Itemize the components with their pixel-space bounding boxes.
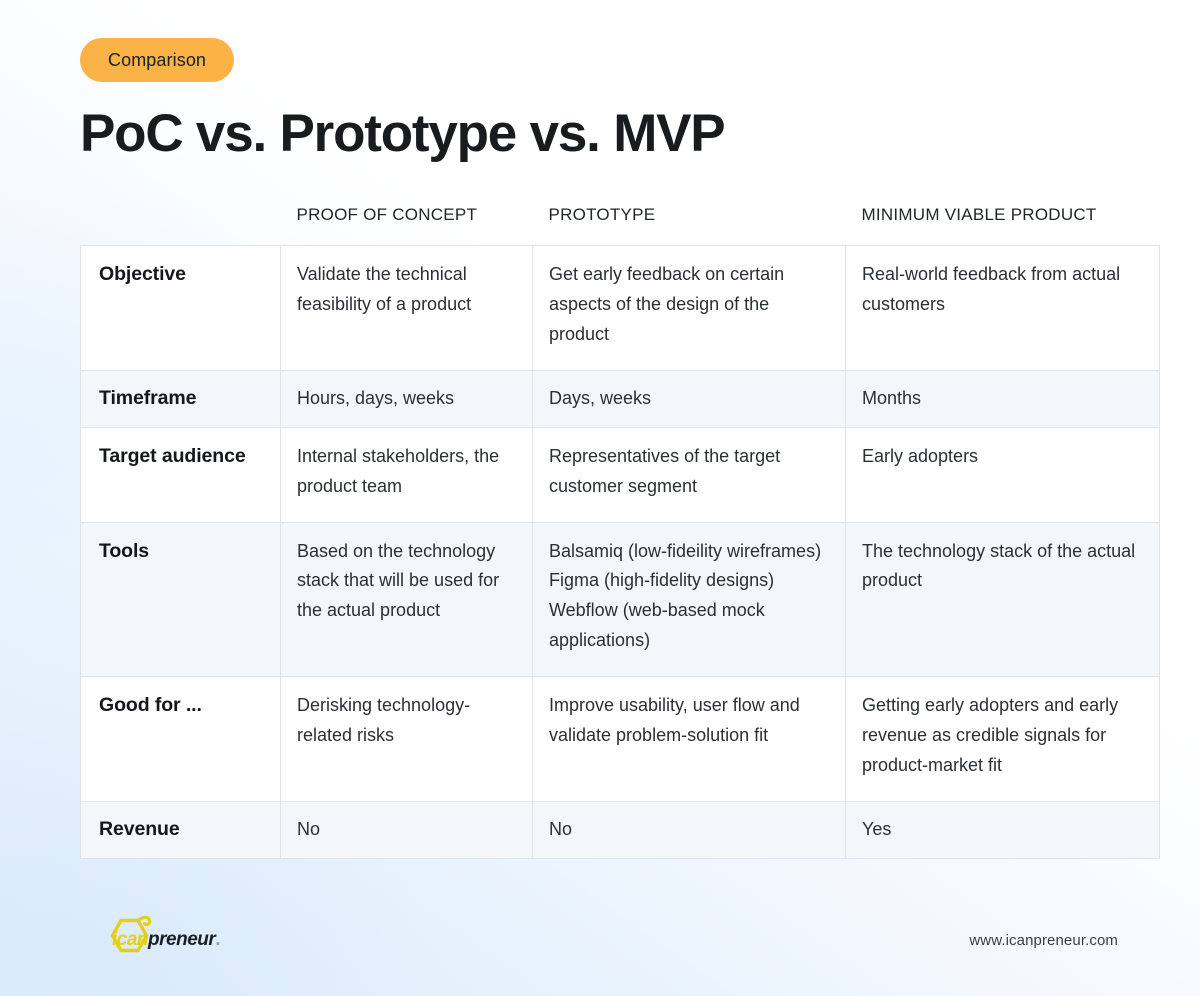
cell-objective-mvp: Real-world feedback from actual customer… xyxy=(845,245,1160,371)
table-row: Good for ... Derisking technology-relate… xyxy=(80,676,1160,802)
table-body: Objective Validate the technical feasibi… xyxy=(80,245,1160,859)
cell-tools-poc: Based on the technology stack that will … xyxy=(280,521,533,678)
cell-target-audience-mvp: Early adopters xyxy=(845,426,1160,523)
cell-objective-poc: Validate the technical feasibility of a … xyxy=(280,245,533,371)
column-header-prototype: PROTOTYPE xyxy=(548,205,656,225)
row-label-target-audience: Target audience xyxy=(80,426,281,523)
comparison-table: PROOF OF CONCEPT PROTOTYPE MINIMUM VIABL… xyxy=(80,205,1160,859)
brand-wordmark: icanpreneur. xyxy=(112,929,221,951)
cell-target-audience-poc: Internal stakeholders, the product team xyxy=(280,426,533,523)
brand-wordmark-dot: . xyxy=(215,929,221,950)
footer: icanpreneur. www.icanpreneur.com xyxy=(0,910,1200,970)
cell-revenue-poc: No xyxy=(280,800,533,859)
row-label-good-for: Good for ... xyxy=(80,676,281,802)
table-row: Revenue No No Yes xyxy=(80,800,1160,859)
badge-row: Comparison xyxy=(0,0,1200,82)
comparison-table-wrapper: PROOF OF CONCEPT PROTOTYPE MINIMUM VIABL… xyxy=(80,205,1160,859)
table-row: Tools Based on the technology stack that… xyxy=(80,521,1160,678)
cell-timeframe-prototype: Days, weeks xyxy=(532,369,846,428)
column-header-blank xyxy=(81,205,281,246)
table-header: PROOF OF CONCEPT PROTOTYPE MINIMUM VIABL… xyxy=(81,205,1160,246)
cell-good-for-prototype: Improve usability, user flow and validat… xyxy=(532,676,846,802)
brand-wordmark-preneur: preneur xyxy=(148,929,216,950)
row-label-tools: Tools xyxy=(80,521,281,678)
cell-timeframe-poc: Hours, days, weeks xyxy=(280,369,533,428)
category-badge: Comparison xyxy=(80,38,235,82)
cell-good-for-poc: Derisking technology-related risks xyxy=(280,676,533,802)
brand-logo: icanpreneur. xyxy=(96,911,221,969)
cell-tools-mvp: The technology stack of the actual produ… xyxy=(845,521,1160,678)
cell-good-for-mvp: Getting early adopters and early revenue… xyxy=(845,676,1160,802)
cell-revenue-mvp: Yes xyxy=(845,800,1160,859)
brand-wordmark-ican: ican xyxy=(112,929,149,950)
page-title: PoC vs. Prototype vs. MVP xyxy=(80,104,726,163)
row-label-objective: Objective xyxy=(80,245,281,371)
cell-revenue-prototype: No xyxy=(532,800,846,859)
row-label-timeframe: Timeframe xyxy=(80,369,281,428)
cell-tools-prototype: Balsamiq (low-fideility wireframes) Figm… xyxy=(532,521,846,678)
cell-timeframe-mvp: Months xyxy=(845,369,1160,428)
table-row: Timeframe Hours, days, weeks Days, weeks… xyxy=(80,369,1160,428)
table-row: Objective Validate the technical feasibi… xyxy=(80,245,1160,371)
infographic-page: Comparison PoC vs. Prototype vs. MVP PRO… xyxy=(0,0,1200,996)
header-row: PROOF OF CONCEPT PROTOTYPE MINIMUM VIABL… xyxy=(81,205,1160,246)
table-row: Target audience Internal stakeholders, t… xyxy=(80,426,1160,523)
website-url[interactable]: www.icanpreneur.com xyxy=(969,932,1118,949)
column-header-poc: PROOF OF CONCEPT xyxy=(296,205,478,225)
column-header-mvp: MINIMUM VIABLE PRODUCT xyxy=(861,205,1097,225)
cell-target-audience-prototype: Representatives of the target customer s… xyxy=(532,426,846,523)
row-label-revenue: Revenue xyxy=(80,800,281,859)
cell-objective-prototype: Get early feedback on certain aspects of… xyxy=(532,245,846,371)
